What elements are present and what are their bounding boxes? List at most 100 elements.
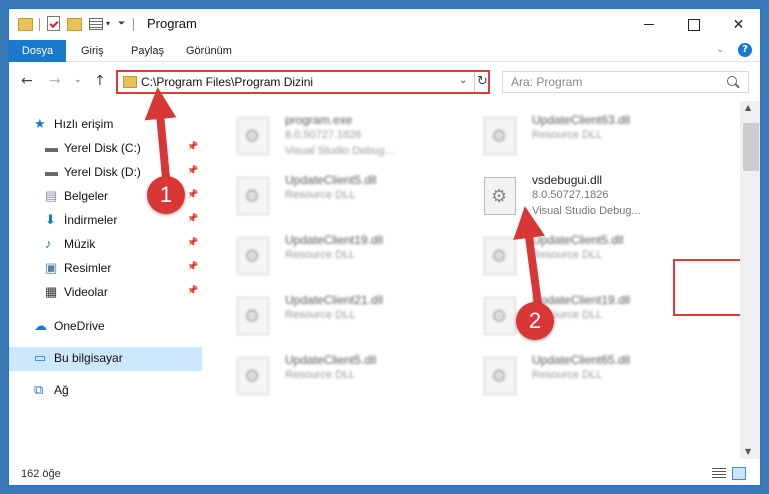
sidebar-item[interactable]: ▣ Resimler 📌 [9, 257, 202, 281]
tab-view[interactable]: Görünüm [174, 40, 244, 62]
sidebar-item[interactable]: ▬ Yerel Disk (C:) 📌 [9, 137, 202, 161]
file-item[interactable]: UpdateClient5.dll Resource DLL [215, 349, 445, 405]
vertical-scrollbar[interactable]: ▲ ▼ [740, 101, 760, 459]
maximize-button[interactable] [671, 9, 716, 40]
tab-file[interactable]: Dosya [9, 40, 66, 62]
file-item[interactable]: UpdateClient21.dll Resource DLL [215, 289, 445, 345]
pin-icon[interactable]: 📌 [187, 165, 198, 176]
sidebar-item-label: İndirmeler [64, 213, 118, 227]
dll-icon [484, 237, 516, 275]
file-line2: 8.0.50727.1826 [285, 129, 362, 141]
tab-share[interactable]: Paylaş [119, 40, 176, 62]
properties-icon[interactable] [47, 16, 60, 31]
up-arrow-icon[interactable]: ↑ [94, 73, 106, 89]
navigation-bar: ← → ⌄ ↑ C:\Program Files\Program Dizini … [9, 63, 760, 99]
file-name: vsdebugui.dll [532, 173, 603, 187]
documents-icon: ▤ [45, 188, 58, 203]
scroll-down-icon[interactable]: ▼ [745, 447, 751, 456]
file-item[interactable]: program.exe 8.0.50727.1826 Visual Studio D… [215, 109, 445, 165]
forward-arrow-icon[interactable]: → [49, 73, 61, 89]
ribbon-tabs: Dosya Giriş Paylaş Görünüm ⌄ ? [9, 40, 760, 62]
videos-icon: ▦ [45, 284, 58, 299]
sidebar-item-label: Belgeler [64, 189, 109, 203]
view-icon[interactable] [89, 18, 103, 30]
pin-icon[interactable]: 📌 [187, 141, 198, 152]
pin-icon[interactable]: 📌 [187, 261, 198, 272]
file-line2: Resource DLL [532, 369, 603, 381]
file-item[interactable]: UpdateClient5.dll Resource DLL [462, 229, 692, 285]
back-arrow-icon[interactable]: ← [21, 73, 33, 89]
step-marker-1: 1 [147, 176, 185, 214]
window-title: Program [147, 16, 197, 31]
drive-icon: ▬ [45, 164, 58, 179]
sidebar-item[interactable]: ☁ OneDrive [9, 315, 202, 339]
file-line2: Resource DLL [285, 249, 356, 261]
search-input[interactable]: Ara: Program [502, 71, 749, 93]
dll-icon [237, 297, 269, 335]
pictures-icon: ▣ [45, 260, 58, 275]
file-item[interactable]: UpdateClient5.dll Resource DLL [215, 169, 445, 225]
tab-home[interactable]: Giriş [69, 40, 116, 62]
dll-icon [237, 357, 269, 395]
sidebar-item[interactable]: ★ Hızlı erişim [9, 113, 202, 137]
file-item[interactable]: vsdebugui.dll 8.0.50727.1826 Visual Studio… [462, 169, 692, 225]
sidebar-item-label: Resimler [64, 261, 112, 275]
dll-icon [237, 237, 269, 275]
help-icon[interactable]: ? [738, 43, 752, 57]
drive-icon: ▬ [45, 140, 58, 155]
file-list: program.exe 8.0.50727.1826 Visual Studio D… [207, 101, 760, 459]
address-bar[interactable]: C:\Program Files\Program Dizini ⌄ ↻ [116, 70, 490, 94]
chevron-down-icon[interactable]: ⌄ [74, 75, 82, 85]
file-line2: Resource DLL [285, 309, 356, 321]
chevron-down-icon[interactable]: ⌄ [459, 75, 467, 86]
navigation-pane: ★ Hızlı erişim ▬ Yerel Disk (C:) 📌 ▬ Yerel Dis… [9, 101, 207, 459]
file-line2: Resource DLL [532, 129, 603, 141]
dll-icon [484, 357, 516, 395]
divider [133, 18, 134, 31]
file-name: UpdateClient63.dll [532, 113, 631, 127]
customize-toolbar-icon[interactable]: ⏷ [118, 19, 125, 35]
this-pc-icon: ▭ [34, 350, 47, 365]
chevron-down-icon[interactable]: ⌄ [716, 44, 724, 55]
scrollbar-thumb[interactable] [743, 123, 759, 171]
dll-icon [237, 177, 269, 215]
music-icon: ♪ [45, 236, 52, 251]
pin-icon[interactable]: 📌 [187, 189, 198, 200]
sidebar-item[interactable]: ▦ Videolar 📌 [9, 281, 202, 305]
network-icon: ⧉ [34, 382, 44, 397]
details-view-icon[interactable] [712, 468, 726, 479]
close-button[interactable]: ✕ [716, 9, 760, 40]
search-icon[interactable] [727, 76, 737, 86]
minimize-button[interactable] [626, 9, 671, 40]
file-item[interactable]: UpdateClient65.dll Resource DLL [462, 349, 692, 405]
pin-icon[interactable]: 📌 [187, 237, 198, 248]
sidebar-item[interactable]: ♪ Müzik 📌 [9, 233, 202, 257]
title-bar: ▾ ⏷ Program ✕ [9, 9, 760, 40]
file-item[interactable]: UpdateClient19.dllResource DLL [215, 229, 445, 285]
file-line2: Resource DLL [532, 249, 603, 261]
large-icons-view-icon[interactable] [732, 467, 746, 480]
pin-icon[interactable]: 📌 [187, 285, 198, 296]
file-item[interactable]: UpdateClient63.dll Resource DLL [462, 109, 692, 165]
sidebar-item-label: OneDrive [54, 319, 105, 333]
pin-icon[interactable]: 📌 [187, 213, 198, 224]
folder-icon [123, 76, 137, 88]
sidebar-item[interactable]: ▭ Bu bilgisayar [9, 347, 202, 371]
file-name: UpdateClient5.dll [532, 233, 624, 247]
file-name: UpdateClient65.dll [532, 353, 631, 367]
sidebar-item-label: Yerel Disk (D:) [64, 165, 141, 179]
address-path[interactable]: C:\Program Files\Program Dizini [141, 75, 313, 89]
new-folder-icon[interactable] [67, 18, 82, 31]
file-name: program.exe [285, 113, 353, 127]
file-name: UpdateClient21.dll [285, 293, 384, 307]
sidebar-item[interactable]: ⧉ Ağ [9, 379, 202, 403]
sidebar-item-label: Ağ [54, 383, 69, 397]
divider [39, 18, 40, 31]
refresh-icon[interactable]: ↻ [474, 72, 490, 92]
sidebar-item-label: Müzik [64, 237, 96, 251]
file-line2: 8.0.50727.1826 [532, 189, 609, 201]
chevron-down-icon[interactable]: ▾ [106, 19, 110, 35]
file-item[interactable]: UpdateClient19.dllResource DLL [462, 289, 692, 345]
dll-icon [484, 117, 516, 155]
scroll-up-icon[interactable]: ▲ [745, 103, 751, 112]
